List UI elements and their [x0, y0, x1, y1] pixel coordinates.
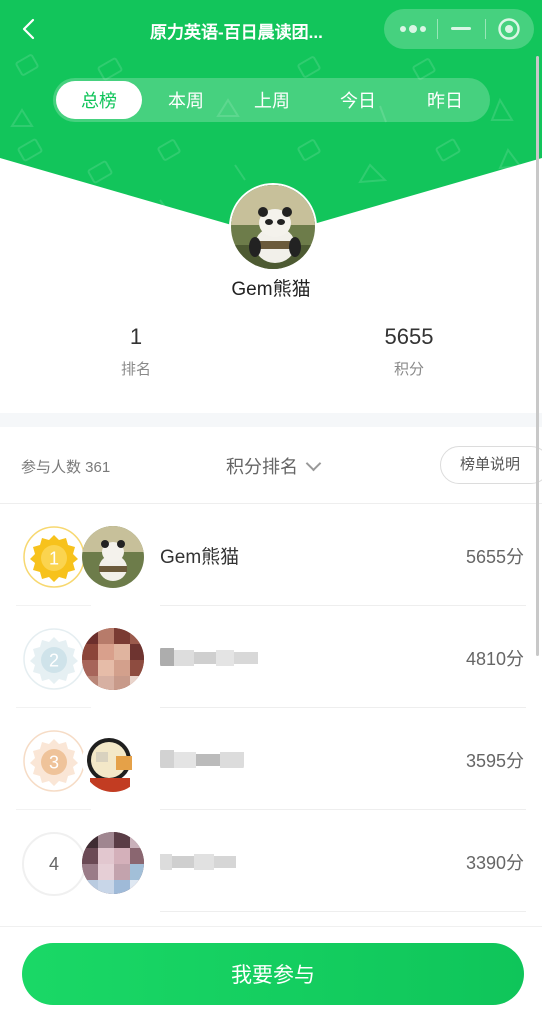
minimize-button[interactable]: [438, 9, 484, 49]
sort-label: 积分排名: [226, 457, 298, 477]
capsule-menu: [384, 9, 534, 49]
pixelated-avatar-image: [82, 832, 144, 894]
sort-dropdown[interactable]: 积分排名: [226, 453, 322, 479]
rank-number: 1: [49, 549, 59, 569]
score: 4810分: [465, 649, 524, 669]
target-circle-icon: [498, 18, 520, 40]
score: 3390分: [465, 853, 524, 873]
rank-number: 4: [22, 832, 86, 896]
back-button[interactable]: [14, 14, 44, 44]
my-rank-value: 1: [129, 324, 143, 349]
leaderboard-row[interactable]: 2 4810分: [0, 606, 542, 708]
join-button[interactable]: 我要参与: [22, 943, 524, 1005]
leaderboard-row[interactable]: 1 Gem熊猫 5655分: [0, 504, 542, 606]
tab-yesterday[interactable]: 昨日: [402, 81, 488, 119]
pixelated-avatar-image: [82, 628, 144, 690]
my-score-value: 5655: [384, 324, 434, 349]
bottom-action-bar: 我要参与: [0, 926, 542, 1016]
filter-bar: 参与人数 361 积分排名 榜单说明: [0, 428, 542, 504]
more-button[interactable]: [390, 9, 436, 49]
tab-total[interactable]: 总榜: [56, 81, 142, 119]
avatar: [82, 832, 144, 894]
tab-today[interactable]: 今日: [315, 81, 401, 119]
leaderboard-row[interactable]: 3 3595分: [0, 708, 542, 810]
my-username: Gem熊猫: [231, 279, 311, 300]
rules-button[interactable]: 榜单说明: [440, 446, 542, 484]
close-button[interactable]: [486, 9, 532, 49]
blurred-username: [160, 854, 236, 870]
gold-medal-icon: 1: [23, 526, 85, 588]
my-score-stat: 5655 积分: [329, 324, 489, 379]
username: Gem熊猫: [160, 547, 240, 568]
rank-number: 2: [49, 651, 59, 671]
my-rank-label: 排名: [120, 361, 151, 378]
chevron-left-icon: [22, 18, 35, 40]
pixelated-avatar-image: [82, 730, 144, 792]
bronze-medal-icon: 3: [23, 730, 85, 792]
participant-count: 参与人数 361: [21, 459, 111, 476]
score: 3595分: [465, 751, 524, 771]
panda-avatar-image: [82, 526, 144, 588]
chevron-down-icon: [305, 455, 322, 472]
my-rank-stat: 1 排名: [56, 324, 216, 379]
tab-this-week[interactable]: 本周: [143, 81, 229, 119]
section-divider: [0, 413, 542, 427]
minimize-icon: [451, 27, 471, 30]
silver-medal-icon: 2: [23, 628, 85, 690]
avatar: [82, 730, 144, 792]
my-score-label: 积分: [393, 361, 424, 378]
rank-number: 3: [49, 753, 59, 773]
avatar: [82, 526, 144, 588]
avatar[interactable]: [229, 183, 317, 271]
period-tabs: 总榜 本周 上周 今日 昨日: [53, 78, 490, 122]
scrollbar[interactable]: [536, 56, 539, 656]
avatar: [82, 628, 144, 690]
tab-last-week[interactable]: 上周: [229, 81, 315, 119]
page-title: 原力英语-百日晨读团...: [150, 23, 323, 42]
more-dots-icon: [400, 25, 426, 33]
blurred-username: [160, 750, 244, 768]
panda-avatar-image: [231, 185, 315, 269]
blurred-username: [160, 648, 258, 666]
leaderboard-row[interactable]: 4 3390分: [0, 810, 542, 912]
score: 5655分: [465, 547, 524, 567]
